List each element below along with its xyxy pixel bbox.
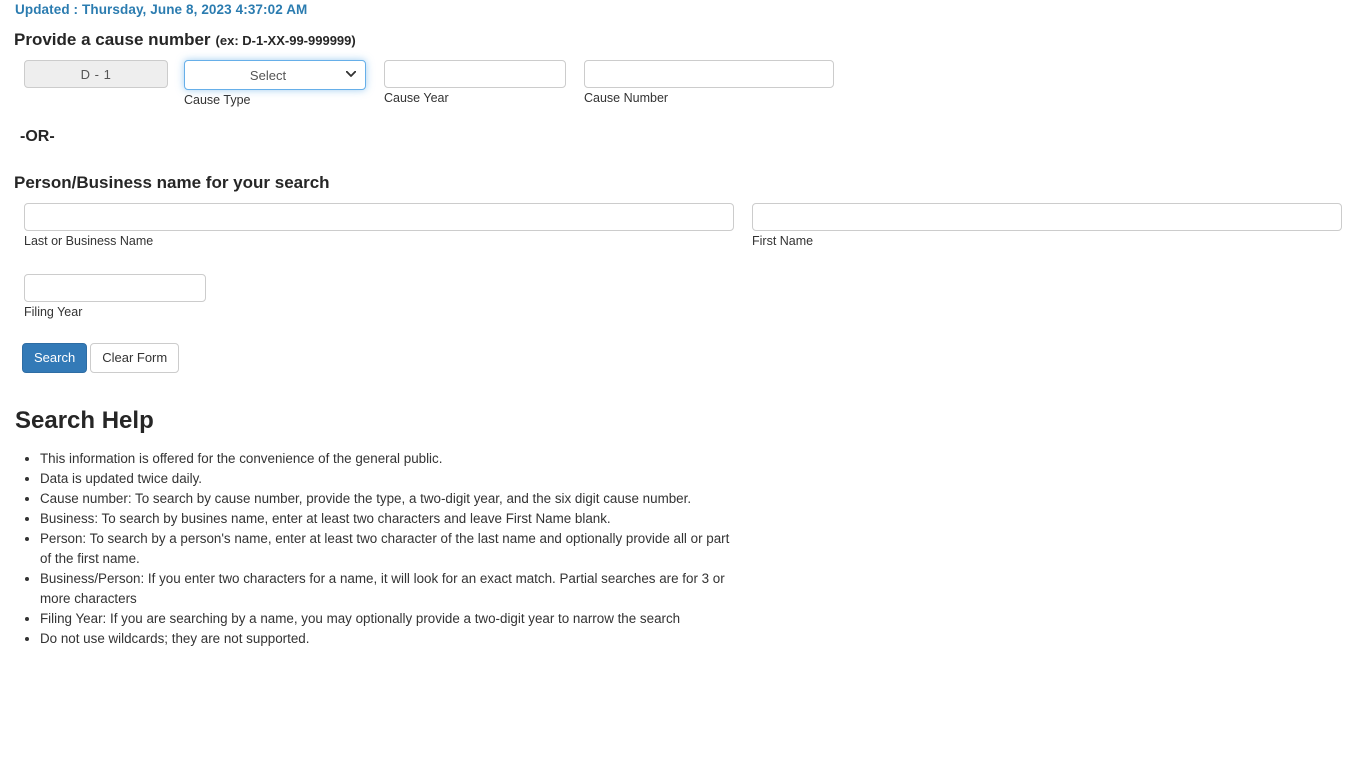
last-name-group: Last or Business Name xyxy=(24,203,734,248)
last-or-business-name-input[interactable] xyxy=(24,203,734,231)
list-item: Do not use wildcards; they are not suppo… xyxy=(40,629,740,649)
updated-timestamp: Updated : Thursday, June 8, 2023 4:37:02… xyxy=(15,2,308,17)
last-or-business-name-label: Last or Business Name xyxy=(24,234,154,248)
cause-prefix-input xyxy=(24,60,168,88)
list-item: Data is updated twice daily. xyxy=(40,469,740,489)
cause-number-input[interactable] xyxy=(584,60,834,88)
first-name-group: First Name xyxy=(752,203,1342,248)
cause-year-group: Cause Year xyxy=(384,60,566,105)
filing-year-input[interactable] xyxy=(24,274,206,302)
cause-type-select-wrap: Select xyxy=(184,60,366,90)
cause-heading-text: Provide a cause number xyxy=(14,30,211,49)
cause-number-group: Cause Number xyxy=(584,60,834,105)
list-item: Cause number: To search by cause number,… xyxy=(40,489,740,509)
list-item: Business: To search by busines name, ent… xyxy=(40,509,740,529)
cause-year-label: Cause Year xyxy=(384,91,449,105)
cause-number-label: Cause Number xyxy=(584,91,669,105)
list-item: This information is offered for the conv… xyxy=(40,449,740,469)
list-item: Business/Person: If you enter two charac… xyxy=(40,569,740,609)
list-item: Person: To search by a person's name, en… xyxy=(40,529,740,569)
search-help-heading: Search Help xyxy=(15,407,154,434)
list-item: Filing Year: If you are searching by a n… xyxy=(40,609,740,629)
filing-year-label: Filing Year xyxy=(24,305,83,319)
first-name-label: First Name xyxy=(752,234,814,248)
search-help-list: This information is offered for the conv… xyxy=(0,449,740,649)
cause-year-input[interactable] xyxy=(384,60,566,88)
or-divider: -OR- xyxy=(20,128,55,145)
clear-form-button[interactable]: Clear Form xyxy=(90,343,180,374)
cause-type-select[interactable]: Select xyxy=(184,60,366,90)
cause-format-example: (ex: D-1-XX-99-999999) xyxy=(215,33,356,48)
cause-prefix-group xyxy=(24,60,168,88)
cause-type-label: Cause Type xyxy=(184,93,251,107)
person-business-heading: Person/Business name for your search xyxy=(14,173,330,192)
form-actions: Search Clear Form xyxy=(22,343,180,374)
cause-type-group: Select Cause Type xyxy=(184,60,366,107)
first-name-input[interactable] xyxy=(752,203,1342,231)
filing-year-group: Filing Year xyxy=(24,274,206,319)
page-title: Provide a cause number (ex: D-1-XX-99-999… xyxy=(14,30,356,50)
search-button[interactable]: Search xyxy=(22,343,88,374)
cause-number-row: Select Cause Type Cause Year Cause Numbe… xyxy=(0,60,1366,108)
